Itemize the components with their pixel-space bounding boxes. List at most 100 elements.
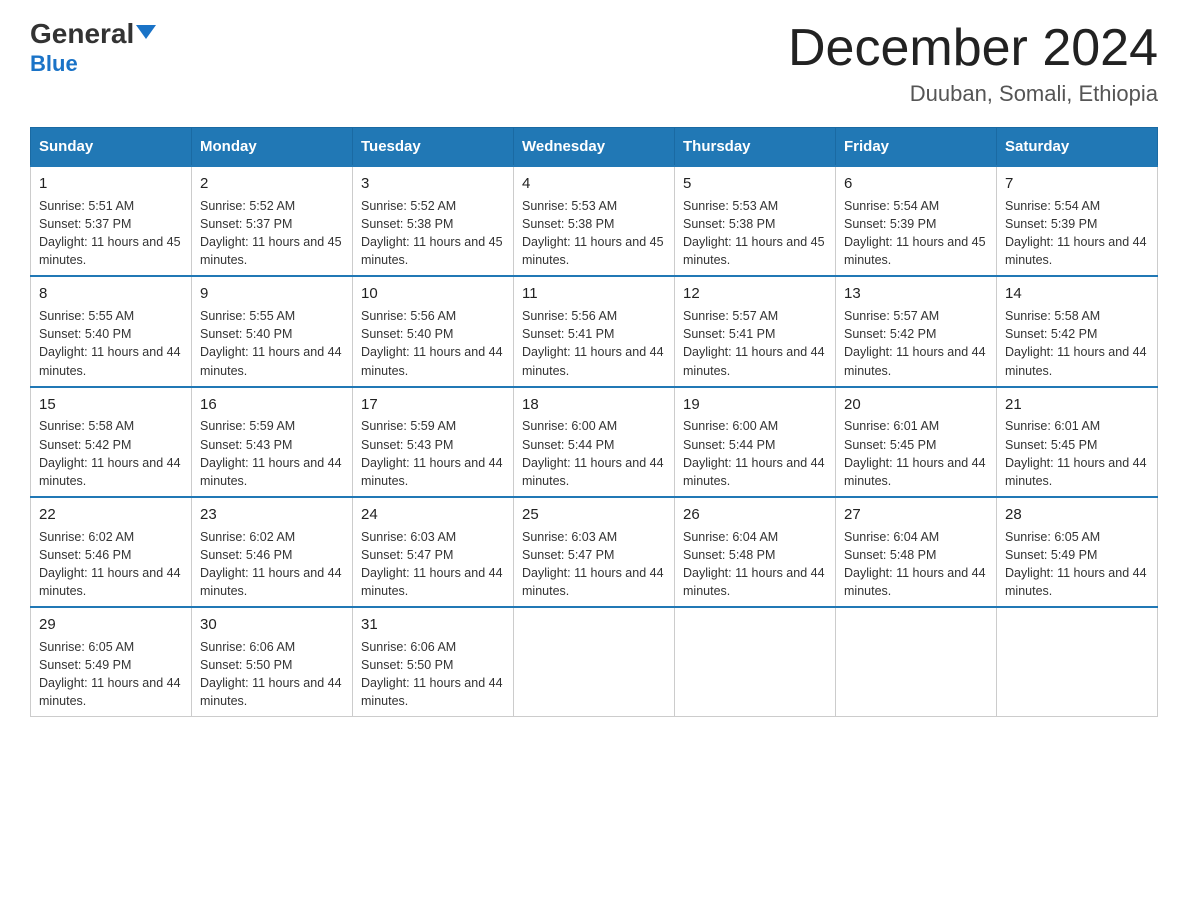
day-info: Sunrise: 6:03 AMSunset: 5:47 PMDaylight:… (522, 530, 664, 598)
day-info: Sunrise: 5:59 AMSunset: 5:43 PMDaylight:… (200, 419, 342, 487)
calendar-cell (675, 607, 836, 717)
calendar-cell: 9 Sunrise: 5:55 AMSunset: 5:40 PMDayligh… (192, 276, 353, 386)
calendar-cell: 29 Sunrise: 6:05 AMSunset: 5:49 PMDaylig… (31, 607, 192, 717)
calendar-cell: 30 Sunrise: 6:06 AMSunset: 5:50 PMDaylig… (192, 607, 353, 717)
page-subtitle: Duuban, Somali, Ethiopia (788, 81, 1158, 107)
day-info: Sunrise: 5:56 AMSunset: 5:40 PMDaylight:… (361, 309, 503, 377)
calendar-cell: 3 Sunrise: 5:52 AMSunset: 5:38 PMDayligh… (353, 166, 514, 276)
day-info: Sunrise: 6:06 AMSunset: 5:50 PMDaylight:… (200, 640, 342, 708)
calendar-cell: 24 Sunrise: 6:03 AMSunset: 5:47 PMDaylig… (353, 497, 514, 607)
weekday-header-friday: Friday (836, 128, 997, 167)
day-number: 31 (361, 614, 505, 636)
day-number: 2 (200, 173, 344, 195)
calendar-cell: 26 Sunrise: 6:04 AMSunset: 5:48 PMDaylig… (675, 497, 836, 607)
day-info: Sunrise: 6:05 AMSunset: 5:49 PMDaylight:… (39, 640, 181, 708)
day-number: 13 (844, 283, 988, 305)
day-info: Sunrise: 5:51 AMSunset: 5:37 PMDaylight:… (39, 199, 181, 267)
day-info: Sunrise: 5:55 AMSunset: 5:40 PMDaylight:… (200, 309, 342, 377)
calendar-cell: 7 Sunrise: 5:54 AMSunset: 5:39 PMDayligh… (997, 166, 1158, 276)
calendar-cell (836, 607, 997, 717)
calendar-cell: 21 Sunrise: 6:01 AMSunset: 5:45 PMDaylig… (997, 387, 1158, 497)
day-number: 8 (39, 283, 183, 305)
calendar-cell: 2 Sunrise: 5:52 AMSunset: 5:37 PMDayligh… (192, 166, 353, 276)
day-number: 12 (683, 283, 827, 305)
calendar-week-row: 8 Sunrise: 5:55 AMSunset: 5:40 PMDayligh… (31, 276, 1158, 386)
calendar-cell: 17 Sunrise: 5:59 AMSunset: 5:43 PMDaylig… (353, 387, 514, 497)
day-info: Sunrise: 5:52 AMSunset: 5:37 PMDaylight:… (200, 199, 342, 267)
day-info: Sunrise: 5:53 AMSunset: 5:38 PMDaylight:… (683, 199, 825, 267)
calendar-cell (514, 607, 675, 717)
calendar-cell: 23 Sunrise: 6:02 AMSunset: 5:46 PMDaylig… (192, 497, 353, 607)
logo-triangle-icon (136, 25, 156, 39)
day-info: Sunrise: 5:54 AMSunset: 5:39 PMDaylight:… (1005, 199, 1147, 267)
day-number: 23 (200, 504, 344, 526)
weekday-header-saturday: Saturday (997, 128, 1158, 167)
calendar-cell: 16 Sunrise: 5:59 AMSunset: 5:43 PMDaylig… (192, 387, 353, 497)
calendar-cell: 13 Sunrise: 5:57 AMSunset: 5:42 PMDaylig… (836, 276, 997, 386)
calendar-cell: 18 Sunrise: 6:00 AMSunset: 5:44 PMDaylig… (514, 387, 675, 497)
day-info: Sunrise: 5:52 AMSunset: 5:38 PMDaylight:… (361, 199, 503, 267)
calendar-cell: 12 Sunrise: 5:57 AMSunset: 5:41 PMDaylig… (675, 276, 836, 386)
calendar-week-row: 29 Sunrise: 6:05 AMSunset: 5:49 PMDaylig… (31, 607, 1158, 717)
weekday-header-monday: Monday (192, 128, 353, 167)
day-info: Sunrise: 6:00 AMSunset: 5:44 PMDaylight:… (522, 419, 664, 487)
weekday-header-thursday: Thursday (675, 128, 836, 167)
calendar-week-row: 22 Sunrise: 6:02 AMSunset: 5:46 PMDaylig… (31, 497, 1158, 607)
page-header: General Blue December 2024 Duuban, Somal… (30, 20, 1158, 107)
day-number: 26 (683, 504, 827, 526)
day-info: Sunrise: 6:02 AMSunset: 5:46 PMDaylight:… (200, 530, 342, 598)
day-number: 16 (200, 394, 344, 416)
calendar-cell: 22 Sunrise: 6:02 AMSunset: 5:46 PMDaylig… (31, 497, 192, 607)
calendar-cell: 31 Sunrise: 6:06 AMSunset: 5:50 PMDaylig… (353, 607, 514, 717)
calendar-cell: 10 Sunrise: 5:56 AMSunset: 5:40 PMDaylig… (353, 276, 514, 386)
page-title: December 2024 (788, 20, 1158, 77)
day-info: Sunrise: 5:56 AMSunset: 5:41 PMDaylight:… (522, 309, 664, 377)
day-number: 24 (361, 504, 505, 526)
calendar-cell: 28 Sunrise: 6:05 AMSunset: 5:49 PMDaylig… (997, 497, 1158, 607)
day-info: Sunrise: 6:00 AMSunset: 5:44 PMDaylight:… (683, 419, 825, 487)
day-info: Sunrise: 6:01 AMSunset: 5:45 PMDaylight:… (844, 419, 986, 487)
day-number: 9 (200, 283, 344, 305)
day-info: Sunrise: 5:55 AMSunset: 5:40 PMDaylight:… (39, 309, 181, 377)
weekday-header-wednesday: Wednesday (514, 128, 675, 167)
day-number: 10 (361, 283, 505, 305)
day-number: 15 (39, 394, 183, 416)
day-number: 19 (683, 394, 827, 416)
calendar-cell: 4 Sunrise: 5:53 AMSunset: 5:38 PMDayligh… (514, 166, 675, 276)
day-number: 6 (844, 173, 988, 195)
day-number: 3 (361, 173, 505, 195)
day-info: Sunrise: 5:58 AMSunset: 5:42 PMDaylight:… (1005, 309, 1147, 377)
day-info: Sunrise: 6:03 AMSunset: 5:47 PMDaylight:… (361, 530, 503, 598)
day-number: 5 (683, 173, 827, 195)
day-info: Sunrise: 6:05 AMSunset: 5:49 PMDaylight:… (1005, 530, 1147, 598)
day-number: 20 (844, 394, 988, 416)
calendar-cell: 14 Sunrise: 5:58 AMSunset: 5:42 PMDaylig… (997, 276, 1158, 386)
day-number: 28 (1005, 504, 1149, 526)
calendar-cell: 25 Sunrise: 6:03 AMSunset: 5:47 PMDaylig… (514, 497, 675, 607)
weekday-header-sunday: Sunday (31, 128, 192, 167)
calendar-week-row: 1 Sunrise: 5:51 AMSunset: 5:37 PMDayligh… (31, 166, 1158, 276)
logo-general: General (30, 18, 134, 49)
calendar-cell: 20 Sunrise: 6:01 AMSunset: 5:45 PMDaylig… (836, 387, 997, 497)
calendar-cell: 5 Sunrise: 5:53 AMSunset: 5:38 PMDayligh… (675, 166, 836, 276)
day-info: Sunrise: 6:04 AMSunset: 5:48 PMDaylight:… (844, 530, 986, 598)
day-number: 25 (522, 504, 666, 526)
day-number: 18 (522, 394, 666, 416)
day-info: Sunrise: 6:04 AMSunset: 5:48 PMDaylight:… (683, 530, 825, 598)
calendar-cell: 27 Sunrise: 6:04 AMSunset: 5:48 PMDaylig… (836, 497, 997, 607)
day-number: 7 (1005, 173, 1149, 195)
calendar-header-row: SundayMondayTuesdayWednesdayThursdayFrid… (31, 128, 1158, 167)
day-number: 27 (844, 504, 988, 526)
day-number: 29 (39, 614, 183, 636)
day-number: 1 (39, 173, 183, 195)
day-info: Sunrise: 5:59 AMSunset: 5:43 PMDaylight:… (361, 419, 503, 487)
day-number: 17 (361, 394, 505, 416)
day-info: Sunrise: 6:06 AMSunset: 5:50 PMDaylight:… (361, 640, 503, 708)
day-number: 4 (522, 173, 666, 195)
day-info: Sunrise: 5:58 AMSunset: 5:42 PMDaylight:… (39, 419, 181, 487)
logo-blue: Blue (30, 51, 78, 76)
day-number: 21 (1005, 394, 1149, 416)
calendar-cell: 11 Sunrise: 5:56 AMSunset: 5:41 PMDaylig… (514, 276, 675, 386)
day-info: Sunrise: 5:53 AMSunset: 5:38 PMDaylight:… (522, 199, 664, 267)
day-info: Sunrise: 5:57 AMSunset: 5:42 PMDaylight:… (844, 309, 986, 377)
